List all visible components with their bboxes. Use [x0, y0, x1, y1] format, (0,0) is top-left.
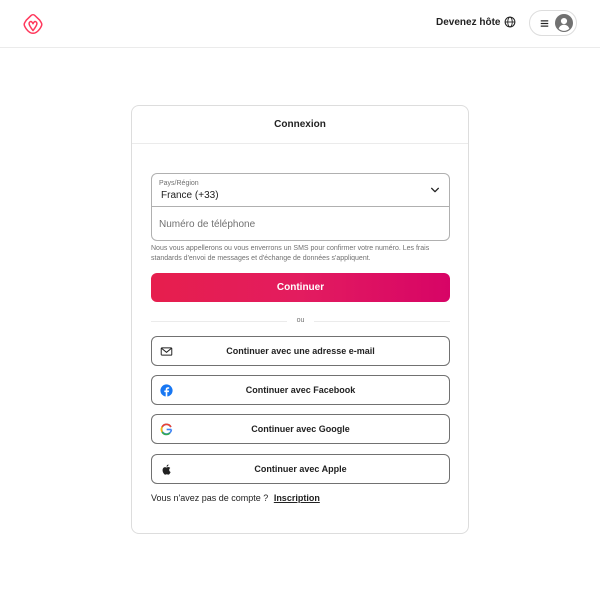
- top-navigation-bar: Devenez hôte: [0, 0, 600, 48]
- country-region-label: Pays/Région: [159, 180, 199, 187]
- chevron-down-icon: [431, 187, 439, 193]
- country-region-value: France (+33): [161, 190, 219, 201]
- divider-line: [314, 321, 450, 322]
- signup-prompt-text: Vous n'avez pas de compte ?: [151, 493, 269, 503]
- country-region-select[interactable]: Pays/Région France (+33): [152, 174, 449, 207]
- phone-form-group: Pays/Région France (+33): [151, 173, 450, 241]
- continue-with-facebook-button[interactable]: Continuer avec Facebook: [151, 375, 450, 405]
- continue-with-apple-button[interactable]: Continuer avec Apple: [151, 454, 450, 484]
- signup-link[interactable]: Inscription: [274, 493, 320, 503]
- become-host-link[interactable]: Devenez hôte: [436, 17, 500, 28]
- hamburger-menu-icon: [540, 20, 549, 27]
- or-divider: ou: [151, 316, 450, 326]
- continue-button[interactable]: Continuer: [151, 273, 450, 302]
- user-avatar-icon: [555, 14, 573, 32]
- login-card-header: Connexion: [132, 106, 468, 144]
- social-button-label: Continuer avec Apple: [254, 464, 347, 474]
- globe-icon[interactable]: [504, 16, 516, 28]
- user-menu-button[interactable]: [529, 10, 577, 36]
- sms-disclaimer-text: Nous vous appellerons ou vous enverrons …: [151, 245, 430, 262]
- continue-with-email-button[interactable]: Continuer avec une adresse e-mail: [151, 336, 450, 366]
- login-title: Connexion: [274, 119, 326, 130]
- social-button-label: Continuer avec Google: [251, 424, 350, 434]
- login-card: Connexion Pays/Région France (+33) Nous …: [131, 105, 469, 534]
- signup-prompt-row: Vous n'avez pas de compte ? Inscription: [151, 493, 320, 503]
- social-button-label: Continuer avec Facebook: [245, 385, 356, 395]
- phone-number-input[interactable]: [152, 208, 449, 240]
- social-button-label: Continuer avec une adresse e-mail: [226, 346, 375, 356]
- continue-with-google-button[interactable]: Continuer avec Google: [151, 414, 450, 444]
- airbnb-logo-icon[interactable]: [22, 13, 44, 35]
